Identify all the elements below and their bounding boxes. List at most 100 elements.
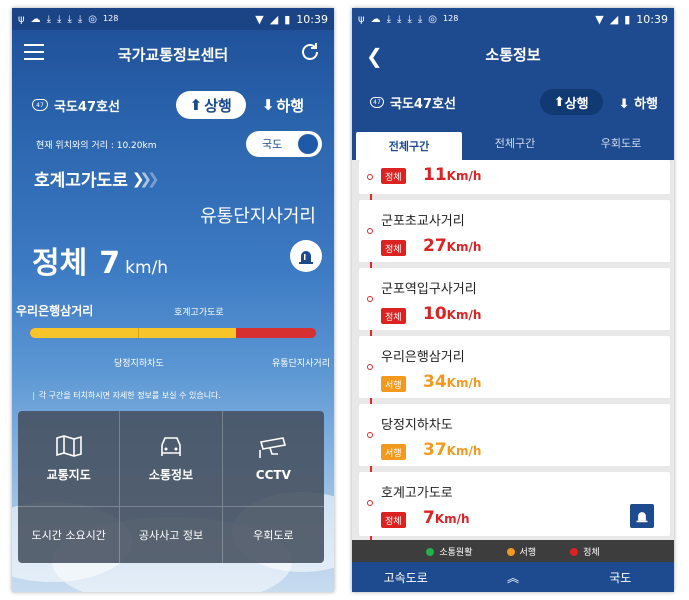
direction-up-button[interactable]: ⬆ 상행 bbox=[539, 89, 603, 115]
direction-down-label: 하행 bbox=[276, 96, 304, 115]
nav-national-road[interactable]: 국도 bbox=[567, 569, 674, 586]
status-badge: 정체 bbox=[381, 308, 406, 324]
status-badge: 정체 bbox=[381, 512, 406, 528]
traffic-info-screen: ψ ☁ ⤓ ⤓ ⤓ ⤓ ◎ 128 ▼ ◢ ▮ 10:39 ❮ 소통정보 47 … bbox=[352, 8, 674, 592]
direction-down-button[interactable]: ⬇ 하행 bbox=[262, 95, 304, 116]
distance-row: 현재 위치와의 거리 : 10.20km 국도 bbox=[36, 131, 322, 157]
signal-icon: ◢ bbox=[269, 12, 279, 26]
download-icon: ⤓ bbox=[397, 13, 402, 25]
direction-down-button[interactable]: ⬇ 하행 bbox=[619, 93, 658, 112]
notification-badge: 128 bbox=[103, 13, 119, 23]
tab-bar: 전체구간 전체구간 우회도로 bbox=[352, 126, 674, 160]
segment-from[interactable]: 호계고가도로 ❯❯❯ bbox=[34, 166, 159, 192]
section-name: 호계고가도로 bbox=[381, 486, 453, 501]
app-title: 국가교통정보센터 bbox=[117, 45, 229, 64]
speed-bar-segment[interactable] bbox=[30, 328, 139, 338]
legend-item: 소통원활 bbox=[426, 545, 473, 558]
road-type-toggle[interactable]: 국도 bbox=[246, 131, 322, 157]
status-label: 정체 bbox=[32, 246, 88, 281]
toggle-label: 국도 bbox=[262, 138, 283, 151]
chevrons-icon: ❯❯❯ bbox=[131, 169, 159, 188]
speed-value: 7Km/h bbox=[423, 508, 470, 528]
section-name: 우리은행삼거리 bbox=[381, 350, 465, 365]
direction-up-label: 상행 bbox=[204, 96, 232, 115]
direction-up-button[interactable]: ⬆ 상행 bbox=[175, 91, 246, 119]
siren-button[interactable] bbox=[290, 240, 322, 272]
speed-bar[interactable] bbox=[30, 328, 316, 338]
screen-title: 소통정보 bbox=[485, 45, 541, 64]
route-selector: 47 국도47호선 ⬆ 상행 ⬇ 하행 bbox=[352, 78, 674, 126]
menu-traffic-info[interactable]: 소통정보 bbox=[120, 411, 223, 506]
speed-value: 27Km/h bbox=[423, 236, 482, 256]
segment-to: 유통단지사거리 bbox=[200, 206, 316, 227]
back-arrow-icon[interactable]: ❮ bbox=[366, 44, 383, 68]
battery-icon: ▮ bbox=[284, 12, 291, 26]
expand-chevrons-icon[interactable]: ︽ bbox=[459, 569, 566, 586]
bar-end-label: 유통단지사거리 bbox=[272, 359, 330, 369]
list-item[interactable]: 군포역입구사거리 정체 10Km/h bbox=[359, 268, 670, 330]
battery-icon: ▮ bbox=[624, 12, 631, 26]
download-icon: ⤓ bbox=[407, 13, 412, 25]
tab-detour[interactable]: 우회도로 bbox=[568, 126, 674, 160]
distance-text: 현재 위치와의 거리 : 10.20km bbox=[36, 140, 157, 151]
menu-intercity-time[interactable]: 도시간 소요시간 bbox=[18, 507, 121, 563]
toggle-knob bbox=[298, 134, 318, 154]
route-name: 국도47호선 bbox=[54, 99, 120, 115]
list-item[interactable]: 정체 11Km/h bbox=[359, 160, 670, 194]
speed-bar-segment[interactable] bbox=[138, 328, 236, 338]
siren-button[interactable] bbox=[630, 504, 654, 528]
screen-header: ❮ 소통정보 bbox=[352, 30, 674, 78]
siren-icon bbox=[299, 251, 313, 264]
nav-expressway[interactable]: 고속도로 bbox=[352, 569, 459, 586]
menu-construction-accident[interactable]: 공사사고 정보 bbox=[120, 507, 223, 563]
tab-all-sections[interactable]: 전체구간 bbox=[356, 132, 462, 160]
menu-traffic-map[interactable]: 교통지도 bbox=[18, 411, 121, 506]
browser-icon: ◎ bbox=[88, 13, 98, 25]
menu-label: 공사사고 정보 bbox=[138, 529, 204, 542]
route-node-icon bbox=[367, 174, 373, 180]
refresh-icon[interactable] bbox=[298, 40, 322, 64]
speed-value: 34Km/h bbox=[423, 372, 482, 392]
app-header: 국가교통정보센터 bbox=[12, 30, 334, 78]
arrow-down-icon: ⬇ bbox=[618, 96, 630, 112]
cctv-icon bbox=[259, 436, 287, 458]
legend: 소통원활 서행 정체 bbox=[352, 540, 674, 562]
bar-mid-label: 당정지하차도 bbox=[114, 359, 164, 369]
menu-label: 도시간 소요시간 bbox=[31, 529, 106, 542]
red-dot-icon bbox=[570, 548, 579, 556]
route-node-icon bbox=[367, 364, 373, 370]
download-icon: ⤓ bbox=[417, 13, 423, 25]
menu-detour[interactable]: 우회도로 bbox=[223, 507, 324, 563]
notification-icons: ψ ☁ ⤓ ⤓ ⤓ ⤓ ◎ 128 bbox=[358, 14, 458, 25]
status-speed: 7 bbox=[99, 246, 121, 281]
speed-value: 10Km/h bbox=[423, 304, 482, 324]
legend-item: 정체 bbox=[570, 545, 600, 558]
bar-start-label: 우리은행삼거리 bbox=[16, 304, 94, 318]
download-icon: ⤓ bbox=[77, 13, 83, 25]
tab-all-sections-2[interactable]: 전체구간 bbox=[462, 126, 568, 160]
usb-icon: ψ bbox=[358, 13, 365, 25]
route-node-icon bbox=[367, 228, 373, 234]
status-badge: 정체 bbox=[381, 168, 406, 184]
list-item[interactable]: 당정지하차도 서행 37Km/h bbox=[359, 404, 670, 466]
menu-icon[interactable] bbox=[24, 44, 44, 60]
cloud-icon: ☁ bbox=[30, 13, 41, 25]
usb-icon: ψ bbox=[18, 13, 25, 25]
list-item[interactable]: 우리은행삼거리 서행 34Km/h bbox=[359, 336, 670, 398]
speed-bar-segment[interactable] bbox=[235, 328, 316, 338]
wifi-icon: ▼ bbox=[595, 12, 604, 26]
section-name: 군포역입구사거리 bbox=[381, 282, 477, 297]
menu-label: 소통정보 bbox=[148, 468, 194, 482]
status-bar: ψ ☁ ⤓ ⤓ ⤓ ⤓ ◎ 128 ▼ ◢ ▮ 10:39 bbox=[12, 8, 334, 30]
status-badge: 정체 bbox=[381, 240, 406, 256]
route-node-icon bbox=[367, 296, 373, 302]
menu-cctv[interactable]: CCTV bbox=[223, 411, 324, 506]
list-item[interactable]: 호계고가도로 정체 7Km/h bbox=[359, 472, 670, 536]
section-name: 당정지하차도 bbox=[381, 418, 453, 433]
list-item[interactable]: 군포초교사거리 정체 27Km/h bbox=[359, 200, 670, 262]
main-screen: ψ ☁ ⤓ ⤓ ⤓ ⤓ ◎ 128 ▼ ◢ ▮ 10:39 국가교통정보센터 4… bbox=[12, 8, 334, 592]
hint-text: | 각 구간을 터치하시면 자세한 정보를 보실 수 있습니다. bbox=[32, 391, 221, 400]
arrow-down-icon: ⬇ bbox=[261, 96, 275, 114]
browser-icon: ◎ bbox=[428, 13, 438, 25]
signal-icon: ◢ bbox=[609, 12, 619, 26]
